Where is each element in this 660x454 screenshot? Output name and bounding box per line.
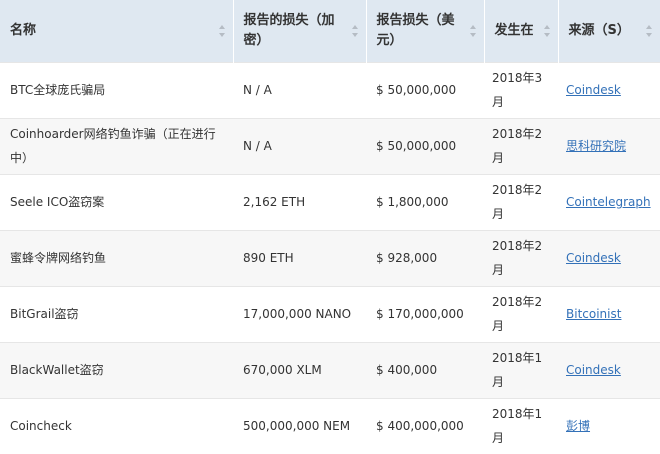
cell-crypto-loss: 2,162 ETH <box>243 195 306 209</box>
cell-name: 蜜蜂令牌网络钓鱼 <box>10 251 107 265</box>
table-row: Coinhoarder网络钓鱼诈骗（正在进行中） N / A $ 50,000,… <box>0 118 660 174</box>
column-header-label: 报告损失（美元） <box>376 12 455 48</box>
sort-arrows-icon <box>218 24 225 37</box>
cell-name: BTC全球庞氏骗局 <box>10 83 106 97</box>
cell-crypto-loss: 890 ETH <box>243 251 294 265</box>
cell-source: 彭博 <box>558 398 660 454</box>
cell-date: 2018年2月 <box>492 239 543 277</box>
cell-crypto-loss: 17,000,000 NANO <box>243 307 352 321</box>
cell-source: Bitcoinist <box>558 286 660 342</box>
cell-date: 2018年2月 <box>492 183 543 221</box>
source-link[interactable]: Coindesk <box>566 83 621 97</box>
cell-source: Coindesk <box>558 230 660 286</box>
sort-arrows-icon <box>543 24 550 37</box>
sort-arrows-icon <box>351 24 358 37</box>
cell-usd-loss: $ 50,000,000 <box>376 139 457 153</box>
table-row: Coincheck 500,000,000 NEM $ 400,000,000 … <box>0 398 660 454</box>
column-header-label: 名称 <box>10 22 37 38</box>
cell-name: BlackWallet盗窃 <box>10 363 104 377</box>
cell-date: 2018年2月 <box>492 127 543 165</box>
sort-arrows-icon <box>646 24 652 37</box>
column-header-usd-loss[interactable]: 报告损失（美元） <box>366 0 485 62</box>
cell-date: 2018年2月 <box>492 295 543 333</box>
cell-usd-loss: $ 928,000 <box>376 251 438 265</box>
cell-name: Seele ICO盗窃案 <box>10 195 105 209</box>
column-header-name[interactable]: 名称 <box>0 0 234 62</box>
header-row: 名称 报告的损失（加密） 报告损失（美元） 发生在 来源（S） <box>0 0 660 62</box>
cell-name: Coinhoarder网络钓鱼诈骗（正在进行中） <box>10 127 216 165</box>
column-header-label: 报告的损失（加密） <box>243 12 335 48</box>
cell-crypto-loss: 500,000,000 NEM <box>243 419 351 434</box>
cell-usd-loss: $ 1,800,000 <box>376 195 449 209</box>
table-row: BitGrail盗窃 17,000,000 NANO $ 170,000,000… <box>0 286 660 342</box>
cell-source: 思科研究院 <box>558 118 660 174</box>
cell-date: 2018年1月 <box>492 351 543 389</box>
source-link[interactable]: 彭博 <box>566 419 590 433</box>
source-link[interactable]: Coindesk <box>566 251 621 265</box>
table-body: BTC全球庞氏骗局 N / A $ 50,000,000 2018年3月 Coi… <box>0 62 660 454</box>
cell-usd-loss: $ 400,000 <box>376 363 438 377</box>
source-link[interactable]: Cointelegraph <box>566 195 651 209</box>
column-header-label: 发生在 <box>494 22 534 38</box>
table-row: BlackWallet盗窃 670,000 XLM $ 400,000 2018… <box>0 342 660 398</box>
column-header-crypto-loss[interactable]: 报告的损失（加密） <box>233 0 367 62</box>
column-header-date[interactable]: 发生在 <box>484 0 559 62</box>
cell-source: Cointelegraph <box>558 174 660 230</box>
cell-date: 2018年3月 <box>492 71 543 109</box>
cell-usd-loss: $ 170,000,000 <box>376 307 464 321</box>
cell-usd-loss: $ 400,000,000 <box>376 419 464 434</box>
cell-name: Coincheck <box>10 419 72 434</box>
table-row: 蜜蜂令牌网络钓鱼 890 ETH $ 928,000 2018年2月 Coind… <box>0 230 660 286</box>
source-link[interactable]: Coindesk <box>566 363 621 377</box>
cell-source: Coindesk <box>558 342 660 398</box>
source-link[interactable]: 思科研究院 <box>566 139 626 153</box>
cell-crypto-loss: N / A <box>243 83 272 97</box>
table-row: BTC全球庞氏骗局 N / A $ 50,000,000 2018年3月 Coi… <box>0 62 660 118</box>
cell-crypto-loss: N / A <box>243 139 272 153</box>
table-header: 名称 报告的损失（加密） 报告损失（美元） 发生在 来源（S） <box>0 0 660 62</box>
cell-name: BitGrail盗窃 <box>10 307 79 321</box>
table-row: Seele ICO盗窃案 2,162 ETH $ 1,800,000 2018年… <box>0 174 660 230</box>
cell-date: 2018年1月 <box>492 407 543 446</box>
losses-table: 名称 报告的损失（加密） 报告损失（美元） 发生在 来源（S） BTC全球庞氏骗… <box>0 0 660 454</box>
cell-source: Coindesk <box>558 62 660 118</box>
sort-arrows-icon <box>469 24 476 37</box>
cell-crypto-loss: 670,000 XLM <box>243 363 322 377</box>
source-link[interactable]: Bitcoinist <box>566 307 621 321</box>
cell-usd-loss: $ 50,000,000 <box>376 83 457 97</box>
column-header-label: 来源（S） <box>568 22 630 38</box>
column-header-source[interactable]: 来源（S） <box>558 0 660 62</box>
